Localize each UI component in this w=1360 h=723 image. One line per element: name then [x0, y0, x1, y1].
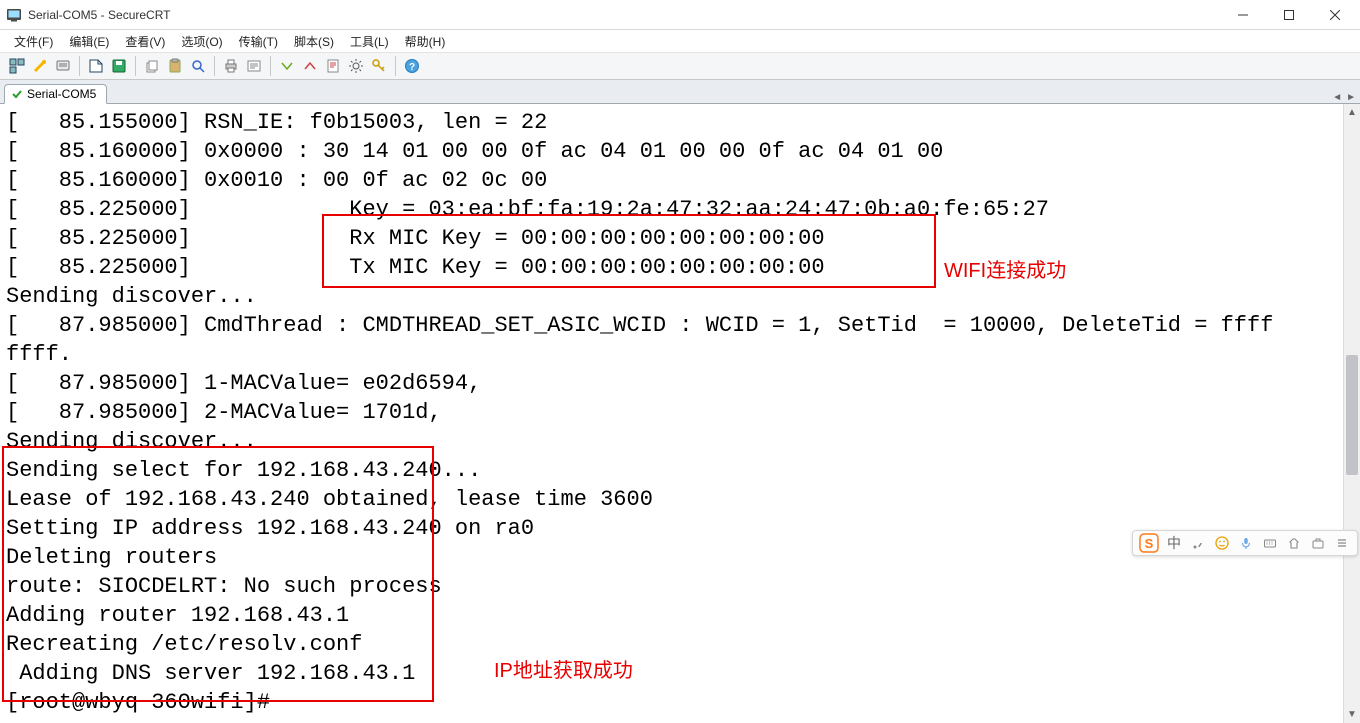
copy-icon[interactable]	[141, 55, 163, 77]
quick-connect-icon[interactable]	[29, 55, 51, 77]
toolbar-separator	[79, 56, 80, 76]
menu-transfer[interactable]: 传输(T)	[231, 30, 286, 52]
key-icon[interactable]	[368, 55, 390, 77]
help-icon[interactable]: ?	[401, 55, 423, 77]
menu-script[interactable]: 脚本(S)	[286, 30, 342, 52]
ime-skin-icon[interactable]	[1285, 534, 1303, 552]
app-icon	[6, 7, 22, 23]
tab-scroll-right-icon[interactable]: ►	[1346, 92, 1356, 103]
close-button[interactable]	[1312, 0, 1358, 29]
save-icon[interactable]	[108, 55, 130, 77]
terminal-output[interactable]: [ 85.155000] RSN_IE: f0b15003, len = 22 …	[0, 104, 1360, 723]
toolbar: ?	[0, 52, 1360, 80]
menu-view[interactable]: 查看(V)	[117, 30, 173, 52]
menu-options[interactable]: 选项(O)	[173, 30, 230, 52]
new-session-icon[interactable]	[85, 55, 107, 77]
script-icon[interactable]	[322, 55, 344, 77]
toolbar-separator	[135, 56, 136, 76]
tabstrip: Serial-COM5 ◄ ►	[0, 80, 1360, 104]
menu-help[interactable]: 帮助(H)	[397, 30, 454, 52]
toolbar-separator	[395, 56, 396, 76]
scroll-down-icon[interactable]: ▼	[1344, 706, 1360, 723]
tab-label: Serial-COM5	[27, 87, 96, 101]
options-icon[interactable]	[243, 55, 265, 77]
settings-icon[interactable]	[345, 55, 367, 77]
maximize-button[interactable]	[1266, 0, 1312, 29]
print-icon[interactable]	[220, 55, 242, 77]
toolbar-separator	[214, 56, 215, 76]
scroll-up-icon[interactable]: ▲	[1344, 104, 1360, 121]
transfer-icon[interactable]	[276, 55, 298, 77]
menu-edit[interactable]: 编辑(E)	[61, 30, 117, 52]
session-manager-icon[interactable]	[6, 55, 28, 77]
menu-file[interactable]: 文件(F)	[6, 30, 61, 52]
tab-scroll-left-icon[interactable]: ◄	[1332, 92, 1342, 103]
window-titlebar: Serial-COM5 - SecureCRT	[0, 0, 1360, 30]
ime-toolbox-icon[interactable]	[1309, 534, 1327, 552]
sogou-logo-icon[interactable]: S	[1139, 533, 1159, 553]
menubar: 文件(F) 编辑(E) 查看(V) 选项(O) 传输(T) 脚本(S) 工具(L…	[0, 30, 1360, 52]
receive-icon[interactable]	[299, 55, 321, 77]
svg-text:S: S	[1145, 536, 1154, 551]
ime-voice-icon[interactable]	[1237, 534, 1255, 552]
toolbar-separator	[270, 56, 271, 76]
tab-status-icon	[11, 88, 23, 100]
find-icon[interactable]	[187, 55, 209, 77]
paste-icon[interactable]	[164, 55, 186, 77]
ime-punct-icon[interactable]	[1189, 534, 1207, 552]
ime-settings-icon[interactable]	[1333, 534, 1351, 552]
ime-emoji-icon[interactable]	[1213, 534, 1231, 552]
terminal-area: [ 85.155000] RSN_IE: f0b15003, len = 22 …	[0, 104, 1360, 723]
scroll-track[interactable]	[1344, 121, 1360, 706]
minimize-button[interactable]	[1220, 0, 1266, 29]
menu-tools[interactable]: 工具(L)	[342, 30, 397, 52]
scroll-thumb[interactable]	[1346, 355, 1358, 475]
vertical-scrollbar[interactable]: ▲ ▼	[1343, 104, 1360, 723]
window-title: Serial-COM5 - SecureCRT	[28, 8, 170, 22]
ime-toolbar[interactable]: S 中	[1132, 530, 1358, 556]
svg-text:?: ?	[409, 62, 415, 73]
reconnect-icon[interactable]	[52, 55, 74, 77]
ime-lang-indicator[interactable]: 中	[1165, 534, 1183, 552]
tab-serial-com5[interactable]: Serial-COM5	[4, 84, 107, 104]
ime-keyboard-icon[interactable]	[1261, 534, 1279, 552]
